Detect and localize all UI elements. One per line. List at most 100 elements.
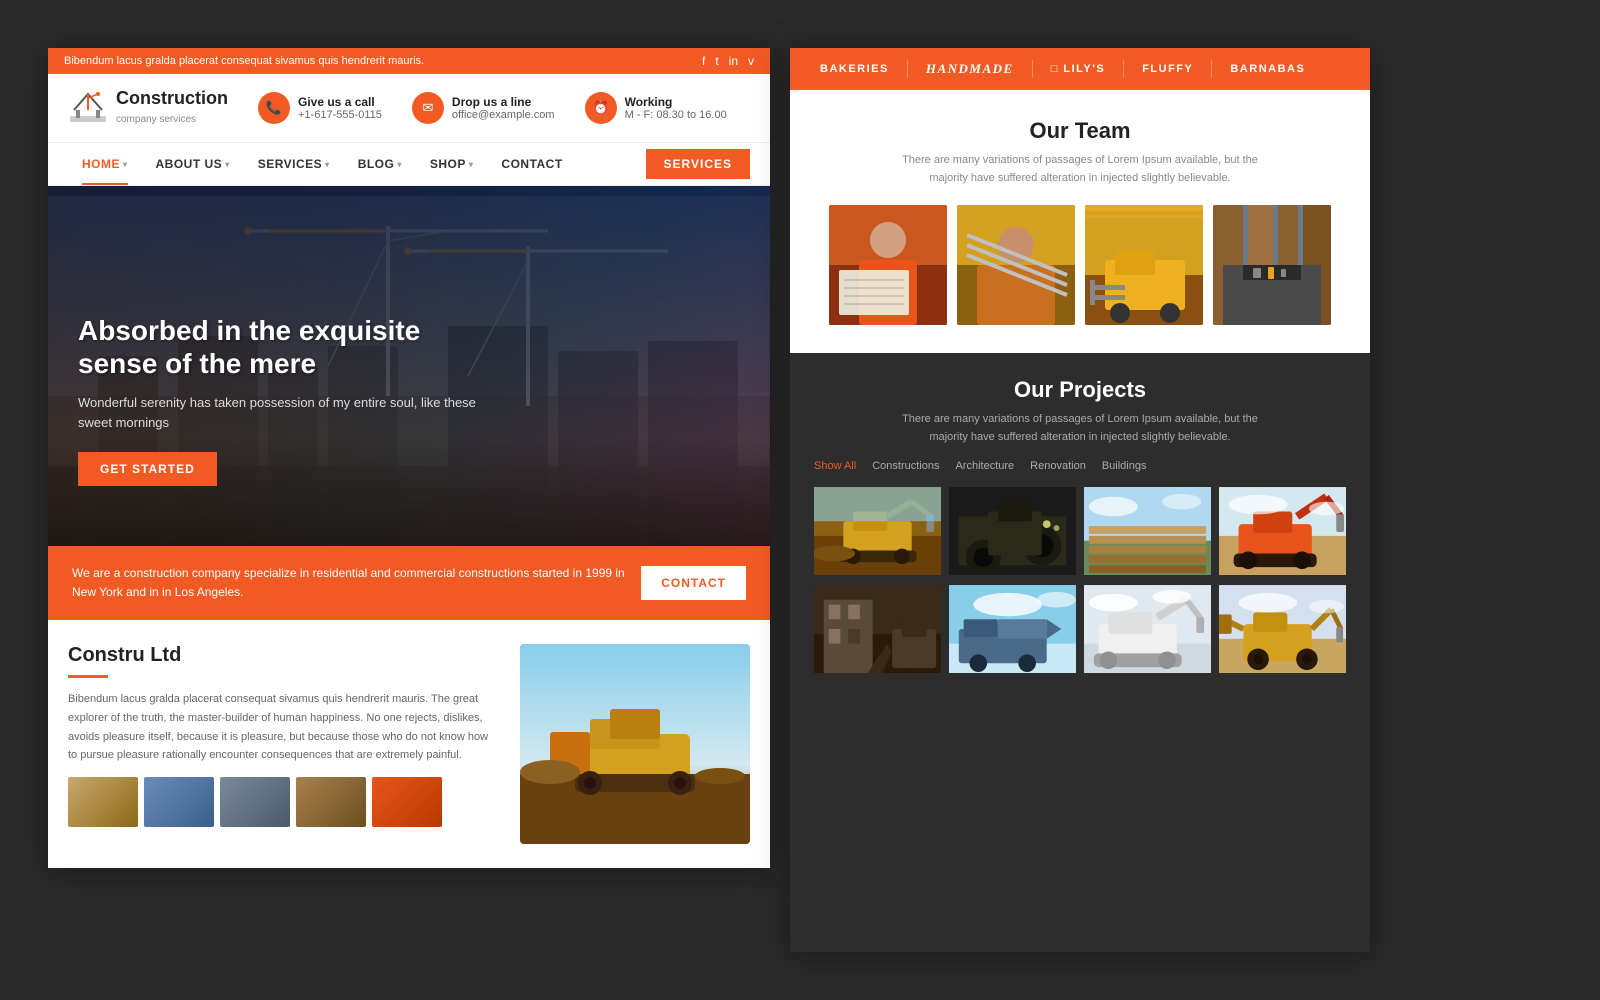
about-description: Bibendum lacus gralda placerat consequat… xyxy=(68,690,500,765)
team-section: Our Team There are many variations of pa… xyxy=(790,90,1370,353)
nav-item-home[interactable]: HOME ▾ xyxy=(68,143,142,185)
brand-name: Construction xyxy=(116,89,228,109)
projects-title: Our Projects xyxy=(814,377,1346,403)
project-image-1 xyxy=(814,486,941,576)
project-card-8[interactable] xyxy=(1219,584,1346,674)
lily-icon: □ xyxy=(1051,63,1064,75)
project-image-7 xyxy=(1084,584,1211,674)
phone-value: +1-617-555-0115 xyxy=(298,109,382,121)
team-member-3-image xyxy=(1085,205,1203,325)
phone-label: Give us a call xyxy=(298,95,382,109)
hero-button[interactable]: GET STARTED xyxy=(78,452,217,486)
thumbnail-5[interactable] xyxy=(372,777,442,827)
contact-hours-info: Working M - F: 08.30 to 16.00 xyxy=(625,95,727,121)
top-bar: Bibendum lacus gralda placerat consequat… xyxy=(48,48,770,74)
nav-item-about[interactable]: ABOUT US ▾ xyxy=(142,143,244,185)
thumbnail-4[interactable] xyxy=(296,777,366,827)
team-photo-4 xyxy=(1213,205,1331,325)
right-nav-barnabas[interactable]: BARNABAS xyxy=(1216,55,1319,83)
projects-filter: Show All Constructions Architecture Reno… xyxy=(814,460,1346,472)
logo-text: Construction company services xyxy=(116,89,228,127)
thumbnail-2[interactable] xyxy=(144,777,214,827)
project-card-4[interactable] xyxy=(1219,486,1346,576)
phone-icon-circle: 📞 xyxy=(258,92,290,124)
right-top-nav: BAKERIES Handmade □ LILY'S FLUFFY BARNAB… xyxy=(790,48,1370,90)
about-image xyxy=(520,644,750,844)
team-member-4-image xyxy=(1213,205,1331,325)
project-image-6 xyxy=(949,584,1076,674)
team-description: There are many variations of passages of… xyxy=(890,152,1270,187)
project-image-4 xyxy=(1219,486,1346,576)
project-image-2 xyxy=(949,486,1076,576)
home-arrow: ▾ xyxy=(123,160,128,169)
linkedin-icon[interactable]: in xyxy=(729,54,738,68)
bulldozer-image xyxy=(520,644,750,844)
email-label: Drop us a line xyxy=(452,95,555,109)
nav-item-blog[interactable]: BLOG ▾ xyxy=(344,143,416,185)
social-icons: f t in v xyxy=(702,54,754,68)
project-image-8 xyxy=(1219,584,1346,674)
right-nav-bakeries[interactable]: BAKERIES xyxy=(806,55,903,83)
filter-architecture[interactable]: Architecture xyxy=(955,460,1014,472)
project-card-6[interactable] xyxy=(949,584,1076,674)
filter-show-all[interactable]: Show All xyxy=(814,460,856,472)
team-photo-3 xyxy=(1085,205,1203,325)
clock-icon-circle: ⏰ xyxy=(585,92,617,124)
nav-separator-3 xyxy=(1123,60,1124,78)
right-panel: BAKERIES Handmade □ LILY'S FLUFFY BARNAB… xyxy=(790,48,1370,952)
project-card-3[interactable] xyxy=(1084,486,1211,576)
filter-buildings[interactable]: Buildings xyxy=(1102,460,1147,472)
team-photo-1 xyxy=(829,205,947,325)
contact-email-info: Drop us a line office@example.com xyxy=(452,95,555,121)
hero-subtitle: Wonderful serenity has taken possession … xyxy=(78,393,478,432)
about-section: Constru Ltd Bibendum lacus gralda placer… xyxy=(48,620,770,868)
projects-section: Our Projects There are many variations o… xyxy=(790,353,1370,952)
contact-email: ✉ Drop us a line office@example.com xyxy=(412,92,555,124)
hero-title: Absorbed in the exquisite sense of the m… xyxy=(78,314,478,381)
contact-phone: 📞 Give us a call +1-617-555-0115 xyxy=(258,92,382,124)
project-card-7[interactable] xyxy=(1084,584,1211,674)
filter-constructions[interactable]: Constructions xyxy=(872,460,939,472)
project-card-5[interactable] xyxy=(814,584,941,674)
right-nav-handmade[interactable]: Handmade xyxy=(912,53,1028,85)
nav-item-services[interactable]: SERVICES ▾ xyxy=(244,143,344,185)
right-nav-fluffy[interactable]: FLUFFY xyxy=(1128,55,1207,83)
filter-renovation[interactable]: Renovation xyxy=(1030,460,1086,472)
vimeo-icon[interactable]: v xyxy=(748,54,754,68)
project-card-1[interactable] xyxy=(814,486,941,576)
thumbnail-3[interactable] xyxy=(220,777,290,827)
nav-separator-1 xyxy=(907,60,908,78)
contact-phone-info: Give us a call +1-617-555-0115 xyxy=(298,95,382,121)
hero-section: Absorbed in the exquisite sense of the m… xyxy=(48,186,770,546)
hours-label: Working xyxy=(625,95,727,109)
left-panel: Bibendum lacus gralda placerat consequat… xyxy=(48,48,770,868)
hero-content: Absorbed in the exquisite sense of the m… xyxy=(78,314,478,486)
twitter-icon[interactable]: t xyxy=(715,54,718,68)
info-bar: We are a construction company specialize… xyxy=(48,546,770,620)
header: Construction company services 📞 Give us … xyxy=(48,74,770,143)
facebook-icon[interactable]: f xyxy=(702,54,705,68)
contact-hours: ⏰ Working M - F: 08.30 to 16.00 xyxy=(585,92,727,124)
thumbnail-1[interactable] xyxy=(68,777,138,827)
team-member-1-image xyxy=(829,205,947,325)
blog-arrow: ▾ xyxy=(397,160,402,169)
email-icon-circle: ✉ xyxy=(412,92,444,124)
nav-item-shop[interactable]: SHOP ▾ xyxy=(416,143,488,185)
info-bar-contact-button[interactable]: CONTACT xyxy=(641,566,746,600)
right-nav-lilys[interactable]: □ LILY'S xyxy=(1037,55,1119,83)
team-title: Our Team xyxy=(814,118,1346,144)
logo: Construction company services xyxy=(68,88,228,128)
about-thumbnails xyxy=(68,777,500,827)
nav-item-contact[interactable]: CONTACT xyxy=(487,143,576,185)
project-image-5 xyxy=(814,584,941,674)
team-member-2-image xyxy=(957,205,1075,325)
brand-tagline: company services xyxy=(116,114,196,125)
team-photos xyxy=(814,205,1346,325)
shop-arrow: ▾ xyxy=(469,160,474,169)
project-card-2[interactable] xyxy=(949,486,1076,576)
nav-items: HOME ▾ ABOUT US ▾ SERVICES ▾ BLOG ▾ SHOP… xyxy=(68,143,646,185)
about-text-area: Constru Ltd Bibendum lacus gralda placer… xyxy=(68,644,500,844)
nav-separator-2 xyxy=(1032,60,1033,78)
projects-description: There are many variations of passages of… xyxy=(890,411,1270,446)
nav-cta-button[interactable]: SERVICES xyxy=(646,149,750,179)
